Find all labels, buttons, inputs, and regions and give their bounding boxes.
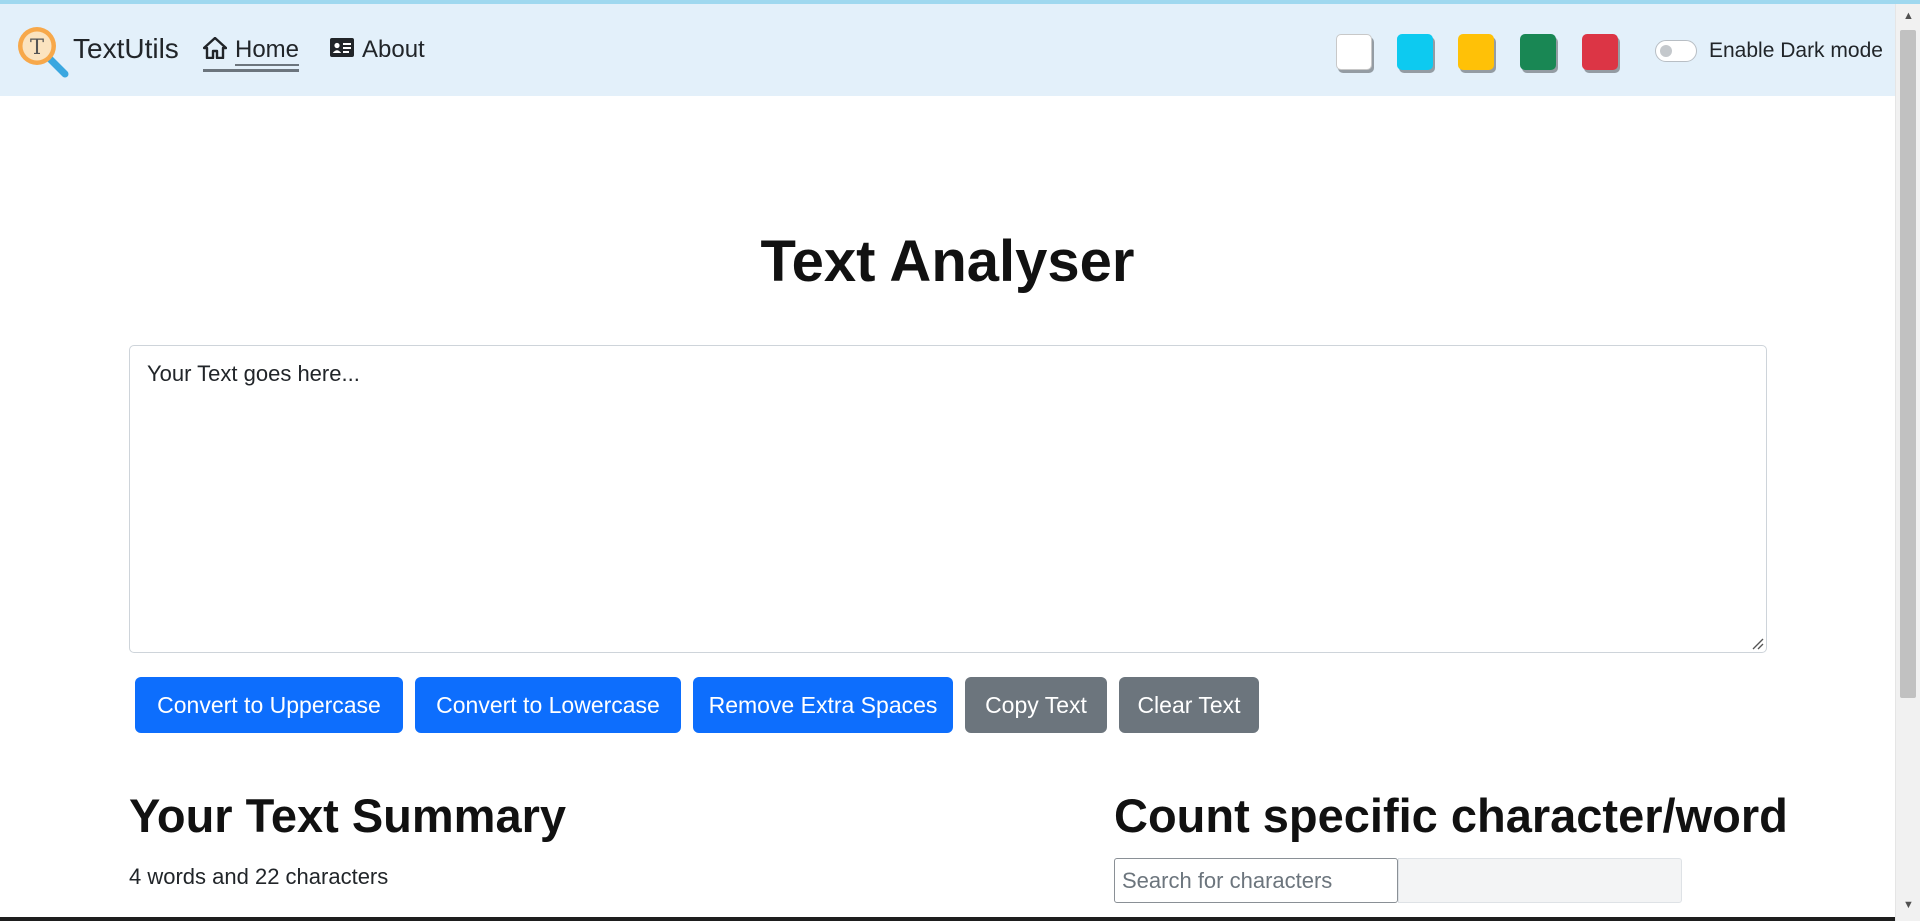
resize-grip-icon[interactable]: [1750, 636, 1764, 650]
scroll-up-arrow-icon[interactable]: ▲: [1896, 6, 1920, 26]
scroll-down-arrow-icon[interactable]: ▼: [1896, 895, 1920, 915]
toggle-knob: [1660, 45, 1672, 57]
dark-mode-toggle[interactable]: [1655, 40, 1697, 62]
dark-mode-toggle-group: Enable Dark mode: [1655, 39, 1883, 63]
nav-about-link[interactable]: About: [330, 36, 425, 64]
theme-swatch-white[interactable]: [1336, 34, 1372, 70]
nav-home-link[interactable]: Home: [202, 36, 300, 72]
convert-lowercase-button[interactable]: Convert to Lowercase: [415, 677, 681, 733]
convert-uppercase-button[interactable]: Convert to Uppercase: [135, 677, 403, 733]
text-input-area[interactable]: Your Text goes here...: [129, 345, 1767, 653]
magnifier-logo-icon: T: [17, 24, 71, 80]
page-title: Text Analyser: [760, 229, 1135, 294]
clear-text-button[interactable]: Clear Text: [1119, 677, 1259, 733]
home-icon: [202, 36, 228, 66]
theme-swatch-yellow[interactable]: [1458, 34, 1494, 70]
theme-swatch-green[interactable]: [1520, 34, 1556, 70]
logo-letter: T: [30, 35, 44, 59]
theme-swatch-cyan[interactable]: [1397, 34, 1433, 70]
navbar: T TextUtils Home About Enable Dark mode: [0, 4, 1895, 96]
count-title: Count specific character/word: [1114, 789, 1788, 842]
remove-extra-spaces-button[interactable]: Remove Extra Spaces: [693, 677, 953, 733]
theme-swatch-red[interactable]: [1582, 34, 1618, 70]
vertical-scrollbar[interactable]: ▲ ▼: [1895, 4, 1920, 921]
brand[interactable]: T TextUtils: [17, 24, 179, 80]
count-result-field: [1398, 858, 1682, 903]
window-bottom-edge: [0, 917, 1895, 921]
scrollbar-thumb[interactable]: [1900, 30, 1916, 698]
dark-mode-label: Enable Dark mode: [1709, 39, 1883, 62]
summary-stats: 4 words and 22 characters: [129, 864, 389, 889]
nav-home-label: Home: [235, 36, 300, 66]
id-card-icon: [330, 36, 354, 64]
brand-name: TextUtils: [73, 33, 179, 64]
summary-title: Your Text Summary: [129, 789, 567, 842]
nav-about-label: About: [362, 36, 425, 63]
character-search-input[interactable]: [1114, 858, 1398, 903]
copy-text-button[interactable]: Copy Text: [965, 677, 1107, 733]
